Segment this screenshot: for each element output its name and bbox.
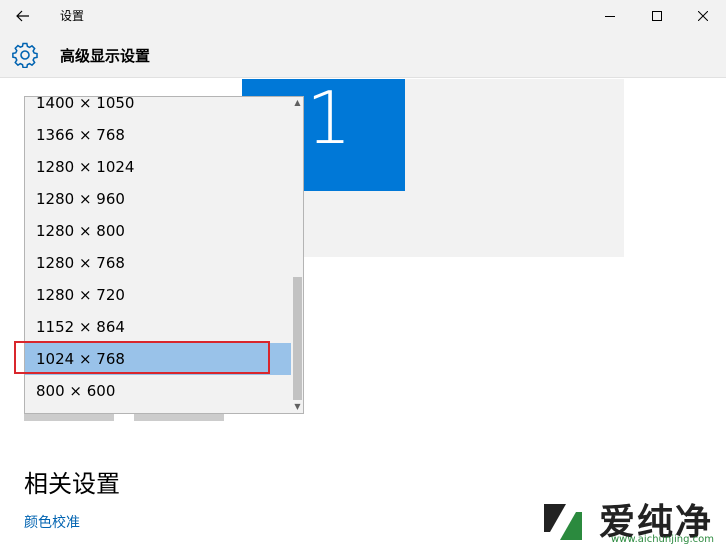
dropdown-scrollbar[interactable]: ▲ ▼ <box>291 97 303 413</box>
watermark-logo-icon <box>544 504 582 540</box>
minimize-icon <box>605 16 615 17</box>
page-title: 高级显示设置 <box>60 47 151 65</box>
resolution-option[interactable]: 1280 × 800 <box>25 215 291 247</box>
close-button[interactable] <box>680 0 726 32</box>
watermark: 爱纯净 www.aichunjing.com <box>525 491 725 551</box>
page-header: 高级显示设置 <box>0 32 726 78</box>
related-settings-heading: 相关设置 <box>24 470 120 498</box>
scrollbar-thumb[interactable] <box>293 277 302 400</box>
monitor-number: 1 <box>306 76 352 160</box>
gear-icon <box>12 42 38 68</box>
resolution-option[interactable]: 1280 × 768 <box>25 247 291 279</box>
title-bar: 设置 <box>0 0 726 32</box>
resolution-option[interactable]: 1280 × 960 <box>25 183 291 215</box>
resolution-option[interactable]: 1366 × 768 <box>25 119 291 151</box>
selection-highlight-box <box>14 341 270 374</box>
scroll-down-arrow-icon[interactable]: ▼ <box>291 401 303 413</box>
maximize-icon <box>652 11 662 21</box>
close-icon <box>698 11 708 21</box>
resolution-option[interactable]: 800 × 600 <box>25 375 291 407</box>
resolution-option[interactable]: 1280 × 720 <box>25 279 291 311</box>
resolution-option[interactable]: 1152 × 864 <box>25 311 291 343</box>
scroll-up-arrow-icon[interactable]: ▲ <box>291 97 303 109</box>
watermark-url: www.aichunjing.com <box>611 534 714 545</box>
minimize-button[interactable] <box>587 0 633 32</box>
maximize-button[interactable] <box>634 0 680 32</box>
color-calibration-link[interactable]: 颜色校准 <box>24 512 80 532</box>
arrow-left-icon <box>16 10 29 22</box>
resolution-option[interactable]: 1280 × 1024 <box>25 151 291 183</box>
back-button[interactable] <box>8 2 38 30</box>
resolution-option[interactable]: 1400 × 1050 <box>25 97 291 119</box>
window-title: 设置 <box>60 9 85 23</box>
